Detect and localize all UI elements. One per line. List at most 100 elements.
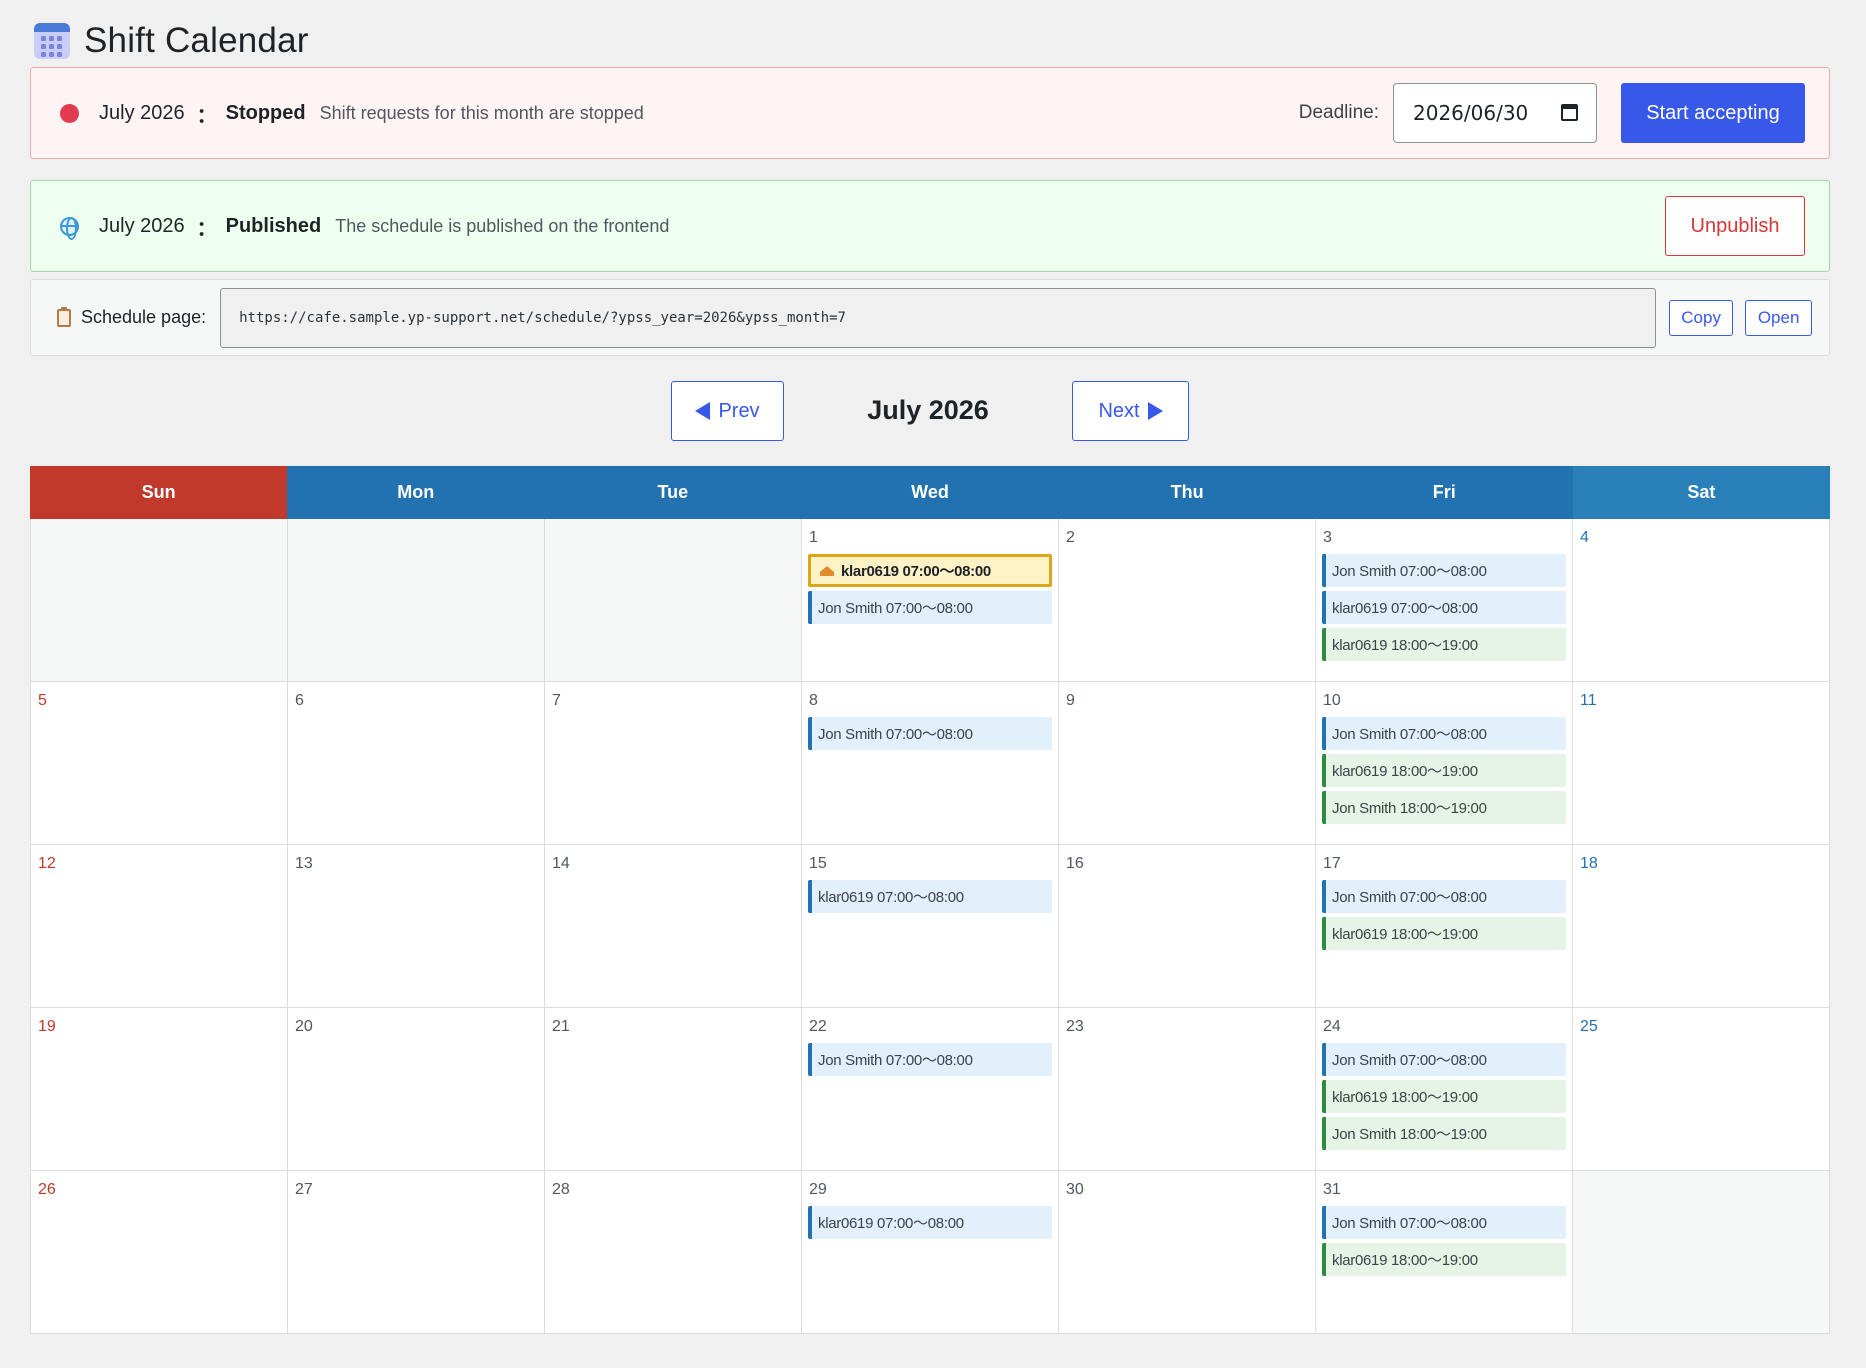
deadline-date-input[interactable]: 2026/06/30 bbox=[1393, 83, 1597, 143]
day-number: 27 bbox=[295, 1181, 313, 1198]
day-cell-9[interactable]: 9 bbox=[1059, 682, 1316, 845]
weekday-sat: Sat bbox=[1572, 466, 1830, 519]
shift-entry[interactable]: Jon Smith 07:00〜08:00 bbox=[1322, 880, 1566, 913]
shift-text: Jon Smith 18:00〜19:00 bbox=[1332, 800, 1487, 817]
shift-entry[interactable]: Jon Smith 07:00〜08:00 bbox=[1322, 1043, 1566, 1076]
day-cell-15[interactable]: 15 klar0619 07:00〜08:00 bbox=[802, 845, 1059, 1008]
unpublish-button[interactable]: Unpublish bbox=[1665, 196, 1805, 256]
day-cell-5[interactable]: 5 bbox=[31, 682, 288, 845]
day-number: 18 bbox=[1580, 855, 1598, 872]
shift-entry[interactable]: klar0619 18:00〜19:00 bbox=[1322, 628, 1566, 661]
day-cell-7[interactable]: 7 bbox=[545, 682, 802, 845]
schedule-url-field[interactable]: https://cafe.sample.yp-support.net/sched… bbox=[220, 287, 1657, 348]
schedule-page-box: Schedule page: https://cafe.sample.yp-su… bbox=[30, 279, 1830, 356]
shift-text: klar0619 18:00〜19:00 bbox=[1332, 926, 1478, 943]
day-cell-10[interactable]: 10 Jon Smith 07:00〜08:00 klar0619 18:00〜19… bbox=[1316, 682, 1573, 845]
shift-entry[interactable]: klar0619 18:00〜19:00 bbox=[1322, 917, 1566, 950]
shift-entry[interactable]: klar0619 18:00〜19:00 bbox=[1322, 1080, 1566, 1113]
day-cell-12[interactable]: 12 bbox=[31, 845, 288, 1008]
open-url-button[interactable]: Open bbox=[1745, 299, 1813, 336]
shift-entry[interactable]: Jon Smith 07:00〜08:00 bbox=[1322, 1206, 1566, 1239]
weekday-sun: Sun bbox=[30, 466, 288, 519]
shift-entry[interactable]: Jon Smith 18:00〜19:00 bbox=[1322, 791, 1566, 824]
day-cell-3[interactable]: 3 Jon Smith 07:00〜08:00 klar0619 07:00〜08:… bbox=[1316, 519, 1573, 682]
day-cell-23[interactable]: 23 bbox=[1059, 1008, 1316, 1171]
prev-month-button[interactable]: Prev bbox=[671, 381, 784, 441]
day-cell-30[interactable]: 30 bbox=[1059, 1171, 1316, 1334]
shift-text: Jon Smith 07:00〜08:00 bbox=[1332, 563, 1487, 580]
arrow-left-icon bbox=[695, 402, 711, 420]
red-circle-icon bbox=[60, 103, 79, 123]
day-cell-31[interactable]: 31 Jon Smith 07:00〜08:00 klar0619 18:00〜19… bbox=[1316, 1171, 1573, 1334]
publish-separator: ： bbox=[196, 217, 217, 240]
day-cell-29[interactable]: 29 klar0619 07:00〜08:00 bbox=[802, 1171, 1059, 1334]
publish-month: July 2026 bbox=[99, 214, 185, 237]
shift-text: Jon Smith 07:00〜08:00 bbox=[1332, 1215, 1487, 1232]
day-cell-14[interactable]: 14 bbox=[545, 845, 802, 1008]
shift-entry[interactable]: Jon Smith 18:00〜19:00 bbox=[1322, 1117, 1566, 1150]
day-cell-8[interactable]: 8 Jon Smith 07:00〜08:00 bbox=[802, 682, 1059, 845]
schedule-page-label: Schedule page: bbox=[81, 307, 207, 327]
shift-entry[interactable]: Jon Smith 07:00〜08:00 bbox=[808, 717, 1052, 750]
deadline-label: Deadline: bbox=[1298, 102, 1379, 123]
day-number: 8 bbox=[809, 692, 818, 709]
day-number: 21 bbox=[552, 1018, 570, 1035]
shift-entry[interactable]: klar0619 07:00〜08:00 bbox=[808, 880, 1052, 913]
day-cell-21[interactable]: 21 bbox=[545, 1008, 802, 1171]
day-number: 14 bbox=[552, 855, 570, 872]
weekday-fri: Fri bbox=[1315, 466, 1573, 519]
day-cell-26[interactable]: 26 bbox=[31, 1171, 288, 1334]
day-number: 25 bbox=[1580, 1018, 1598, 1035]
clipboard-icon bbox=[57, 306, 71, 327]
start-accepting-button[interactable]: Start accepting bbox=[1621, 83, 1805, 143]
day-number: 26 bbox=[38, 1181, 56, 1198]
day-number: 4 bbox=[1580, 529, 1589, 546]
shift-text: klar0619 18:00〜19:00 bbox=[1332, 1089, 1478, 1106]
shift-calendar: Sun Mon Tue Wed Thu Fri Sat 1 klar0619 07:00〜08… bbox=[30, 466, 1830, 1334]
shift-entry[interactable]: Jon Smith 07:00〜08:00 bbox=[1322, 554, 1566, 587]
day-cell-19[interactable]: 19 bbox=[31, 1008, 288, 1171]
arrow-right-icon bbox=[1147, 402, 1163, 420]
leader-shift-entry[interactable]: klar0619 07:00〜08:00 bbox=[808, 554, 1052, 587]
shift-text: Jon Smith 07:00〜08:00 bbox=[1332, 1052, 1487, 1069]
shift-entry[interactable]: klar0619 07:00〜08:00 bbox=[1322, 591, 1566, 624]
day-cell-17[interactable]: 17 Jon Smith 07:00〜08:00 klar0619 18:00〜19… bbox=[1316, 845, 1573, 1008]
shift-entry[interactable]: Jon Smith 07:00〜08:00 bbox=[808, 591, 1052, 624]
day-number: 11 bbox=[1580, 692, 1597, 709]
day-cell-22[interactable]: 22 Jon Smith 07:00〜08:00 bbox=[802, 1008, 1059, 1171]
weekday-mon: Mon bbox=[287, 466, 545, 519]
empty-day-cell bbox=[545, 519, 802, 682]
shift-entry[interactable]: klar0619 18:00〜19:00 bbox=[1322, 754, 1566, 787]
day-number: 30 bbox=[1066, 1181, 1084, 1198]
next-label: Next bbox=[1098, 399, 1140, 422]
shift-entry[interactable]: Jon Smith 07:00〜08:00 bbox=[1322, 717, 1566, 750]
day-cell-24[interactable]: 24 Jon Smith 07:00〜08:00 klar0619 18:00〜19… bbox=[1316, 1008, 1573, 1171]
day-cell-28[interactable]: 28 bbox=[545, 1171, 802, 1334]
schedule-url-text: https://cafe.sample.yp-support.net/sched… bbox=[239, 309, 846, 326]
status-description: Shift requests for this month are stoppe… bbox=[319, 102, 644, 123]
day-cell-18[interactable]: 18 bbox=[1573, 845, 1830, 1008]
day-cell-2[interactable]: 2 bbox=[1059, 519, 1316, 682]
prev-label: Prev bbox=[718, 399, 760, 422]
status-label: Stopped bbox=[225, 101, 306, 124]
day-cell-6[interactable]: 6 bbox=[288, 682, 545, 845]
shift-entry[interactable]: Jon Smith 07:00〜08:00 bbox=[808, 1043, 1052, 1076]
copy-url-button[interactable]: Copy bbox=[1669, 299, 1734, 336]
day-number: 19 bbox=[38, 1018, 56, 1035]
shift-text: klar0619 18:00〜19:00 bbox=[1332, 763, 1478, 780]
day-cell-4[interactable]: 4 bbox=[1573, 519, 1830, 682]
shift-entry[interactable]: klar0619 07:00〜08:00 bbox=[808, 1206, 1052, 1239]
next-month-button[interactable]: Next bbox=[1072, 381, 1189, 441]
day-cell-20[interactable]: 20 bbox=[288, 1008, 545, 1171]
day-cell-1[interactable]: 1 klar0619 07:00〜08:00 Jon Smith 07:00〜08:… bbox=[802, 519, 1059, 682]
weekday-header: Sun Mon Tue Wed Thu Fri Sat bbox=[30, 466, 1830, 519]
shift-entry[interactable]: klar0619 18:00〜19:00 bbox=[1322, 1243, 1566, 1276]
date-picker-icon[interactable] bbox=[1561, 104, 1578, 121]
day-cell-11[interactable]: 11 bbox=[1573, 682, 1830, 845]
day-number: 31 bbox=[1323, 1181, 1341, 1198]
day-cell-13[interactable]: 13 bbox=[288, 845, 545, 1008]
day-cell-25[interactable]: 25 bbox=[1573, 1008, 1830, 1171]
day-number: 7 bbox=[552, 692, 561, 709]
day-cell-16[interactable]: 16 bbox=[1059, 845, 1316, 1008]
day-cell-27[interactable]: 27 bbox=[288, 1171, 545, 1334]
